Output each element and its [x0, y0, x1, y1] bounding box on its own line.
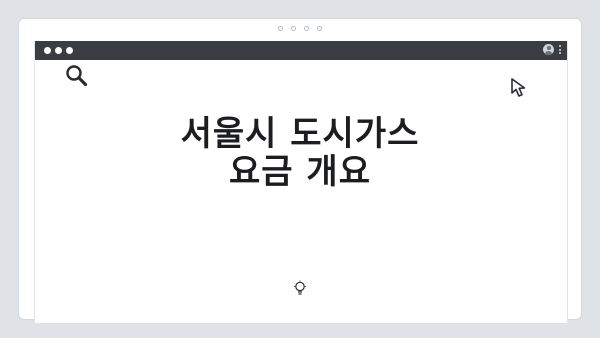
search-icon: [66, 65, 88, 87]
page-title: 서울시 도시가스 요금 개요: [0, 115, 600, 191]
cursor-icon: [511, 78, 526, 97]
title-line-1: 서울시 도시가스: [180, 114, 420, 154]
account-icon[interactable]: [543, 44, 554, 55]
pager-dot[interactable]: [291, 26, 296, 31]
window-control-dot[interactable]: [55, 47, 62, 54]
kebab-menu-icon[interactable]: [559, 45, 561, 54]
lightbulb-icon: [294, 280, 306, 295]
pager-dot[interactable]: [278, 26, 283, 31]
browser-titlebar: [35, 41, 567, 60]
pager-dot[interactable]: [304, 26, 309, 31]
titlebar-actions: [543, 44, 561, 55]
window-control-dot[interactable]: [66, 47, 73, 54]
pager-dot[interactable]: [317, 26, 322, 31]
window-control-dot[interactable]: [44, 47, 51, 54]
title-line-2: 요금 개요: [229, 152, 371, 192]
window-controls: [44, 47, 73, 54]
pager: [19, 26, 581, 31]
